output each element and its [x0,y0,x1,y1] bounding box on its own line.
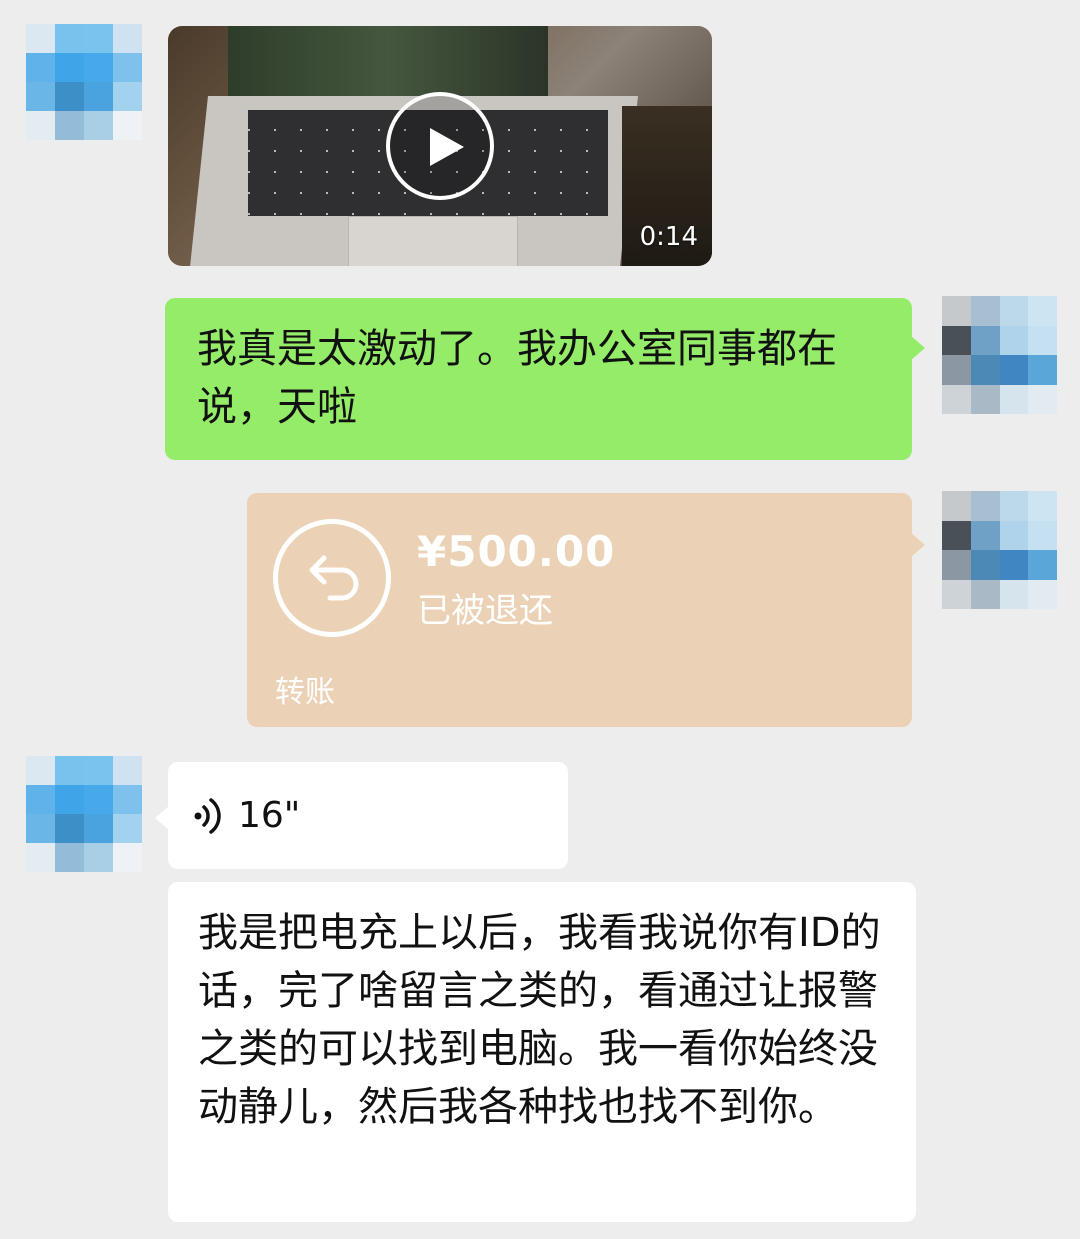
self-avatar[interactable] [942,296,1057,414]
video-thumbnail-trackpad [348,216,518,266]
transfer-card[interactable]: ¥500.00 已被退还 转账 [247,493,925,727]
sent-message-bubble[interactable]: 我真是太激动了。我办公室同事都在说，天啦 [165,298,925,460]
return-arrow-icon [273,519,391,637]
self-avatar[interactable] [942,491,1057,609]
voice-duration: 16" [238,794,301,836]
contact-avatar[interactable] [26,24,142,140]
transfer-label: 转账 [275,675,335,710]
voice-wave-icon [194,797,221,834]
voice-message[interactable]: 16" [155,762,568,869]
received-message-text: 我是把电充上以后，我看我说你有ID的话，完了啥留言之类的，看通过让报警之类的可以… [198,910,881,1130]
video-thumbnail-screen [228,26,548,106]
sent-message-text: 我真是太激动了。我办公室同事都在说，天啦 [197,326,837,430]
video-message[interactable]: 0:14 [168,26,712,266]
transfer-amount: ¥500.00 [417,527,616,576]
play-icon[interactable] [386,92,494,200]
contact-avatar[interactable] [26,756,142,872]
transfer-status: 已被退还 [417,591,553,631]
video-duration: 0:14 [639,222,698,252]
chat-window: 0:14 我真是太激动了。我办公室同事都在说，天啦 ¥500.00 已被退还 转… [0,0,1080,1239]
received-message-bubble[interactable]: 我是把电充上以后，我看我说你有ID的话，完了啥留言之类的，看通过让报警之类的可以… [168,882,916,1222]
